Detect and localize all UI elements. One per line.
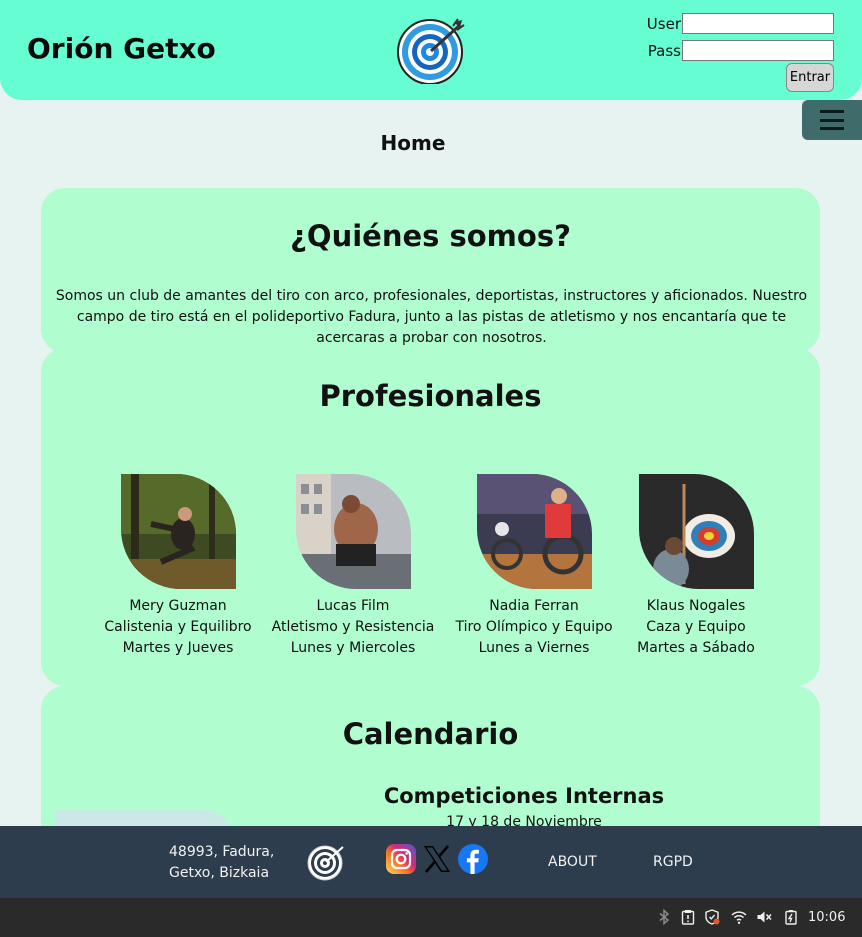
about-text: Somos un club de amantes del tiro con ar…	[55, 288, 808, 346]
pass-label: Pass	[647, 41, 681, 60]
page-heading: Home	[380, 131, 446, 155]
address-line: 48993, Fadura,	[169, 844, 275, 860]
professional-schedule: Martes a Sábado	[637, 640, 755, 656]
bluetooth-icon[interactable]	[656, 909, 672, 925]
site-title[interactable]: Orión Getxo	[27, 32, 216, 65]
professional-photo	[120, 474, 236, 589]
user-label: User	[646, 14, 681, 33]
os-taskbar: 10:06	[0, 898, 862, 937]
professional-card[interactable]: Lucas Film Atletismo y Resistencia Lunes…	[253, 474, 453, 659]
login-button[interactable]: Entrar	[786, 63, 834, 92]
user-input[interactable]	[682, 13, 834, 34]
professional-card[interactable]: Klaus Nogales Caza y Equipo Martes a Sáb…	[596, 474, 796, 659]
professional-name: Lucas Film	[316, 598, 390, 614]
system-clock[interactable]: 10:06	[808, 910, 845, 925]
professionals-section: Profesionales Mery Guzman Calistenia y E…	[41, 348, 820, 686]
login-form: User Pass Entrar	[644, 10, 834, 92]
footer-link-rgpd[interactable]: RGPD	[653, 854, 693, 870]
site-header: Orión Getxo User Pass Entrar	[0, 0, 862, 100]
shield-icon[interactable]	[704, 909, 720, 925]
clipboard-icon[interactable]	[680, 909, 696, 925]
battery-icon[interactable]	[783, 909, 799, 925]
address-line: Getxo, Bizkaia	[169, 865, 270, 881]
professional-specialty: Calistenia y Equilibro	[104, 619, 252, 635]
professional-photo	[476, 474, 592, 589]
hamburger-icon	[820, 110, 844, 130]
calendar-title: Calendario	[342, 717, 519, 751]
event-title: Competiciones Internas	[383, 784, 665, 808]
professionals-title: Profesionales	[319, 379, 542, 413]
footer-target-logo-icon[interactable]	[305, 843, 347, 881]
wifi-icon[interactable]	[731, 909, 747, 925]
professional-card[interactable]: Mery Guzman Calistenia y Equilibro Marte…	[78, 474, 278, 659]
instagram-icon[interactable]	[386, 844, 416, 874]
footer-link-about[interactable]: ABOUT	[548, 854, 597, 870]
facebook-icon[interactable]	[458, 844, 488, 874]
about-section: ¿Quiénes somos? Somos un club de amantes…	[41, 188, 820, 353]
pass-input[interactable]	[682, 40, 834, 61]
site-footer: 48993, Fadura, Getxo, Bizkaia ABOUT RGPD	[0, 826, 862, 898]
professional-schedule: Lunes y Miercoles	[290, 640, 416, 656]
x-icon[interactable]	[422, 844, 452, 874]
footer-address: 48993, Fadura, Getxo, Bizkaia	[169, 842, 274, 884]
professional-name: Klaus Nogales	[646, 598, 746, 614]
volume-muted-icon[interactable]	[756, 909, 772, 925]
professional-name: Mery Guzman	[129, 598, 227, 614]
professional-photo	[295, 474, 411, 589]
about-title: ¿Quiénes somos?	[290, 219, 571, 253]
professional-photo	[638, 474, 754, 589]
professional-schedule: Martes y Jueves	[122, 640, 234, 656]
target-logo-icon[interactable]	[396, 16, 466, 84]
professional-specialty: Caza y Equipo	[646, 619, 746, 635]
professional-specialty: Atletismo y Resistencia	[271, 619, 435, 635]
